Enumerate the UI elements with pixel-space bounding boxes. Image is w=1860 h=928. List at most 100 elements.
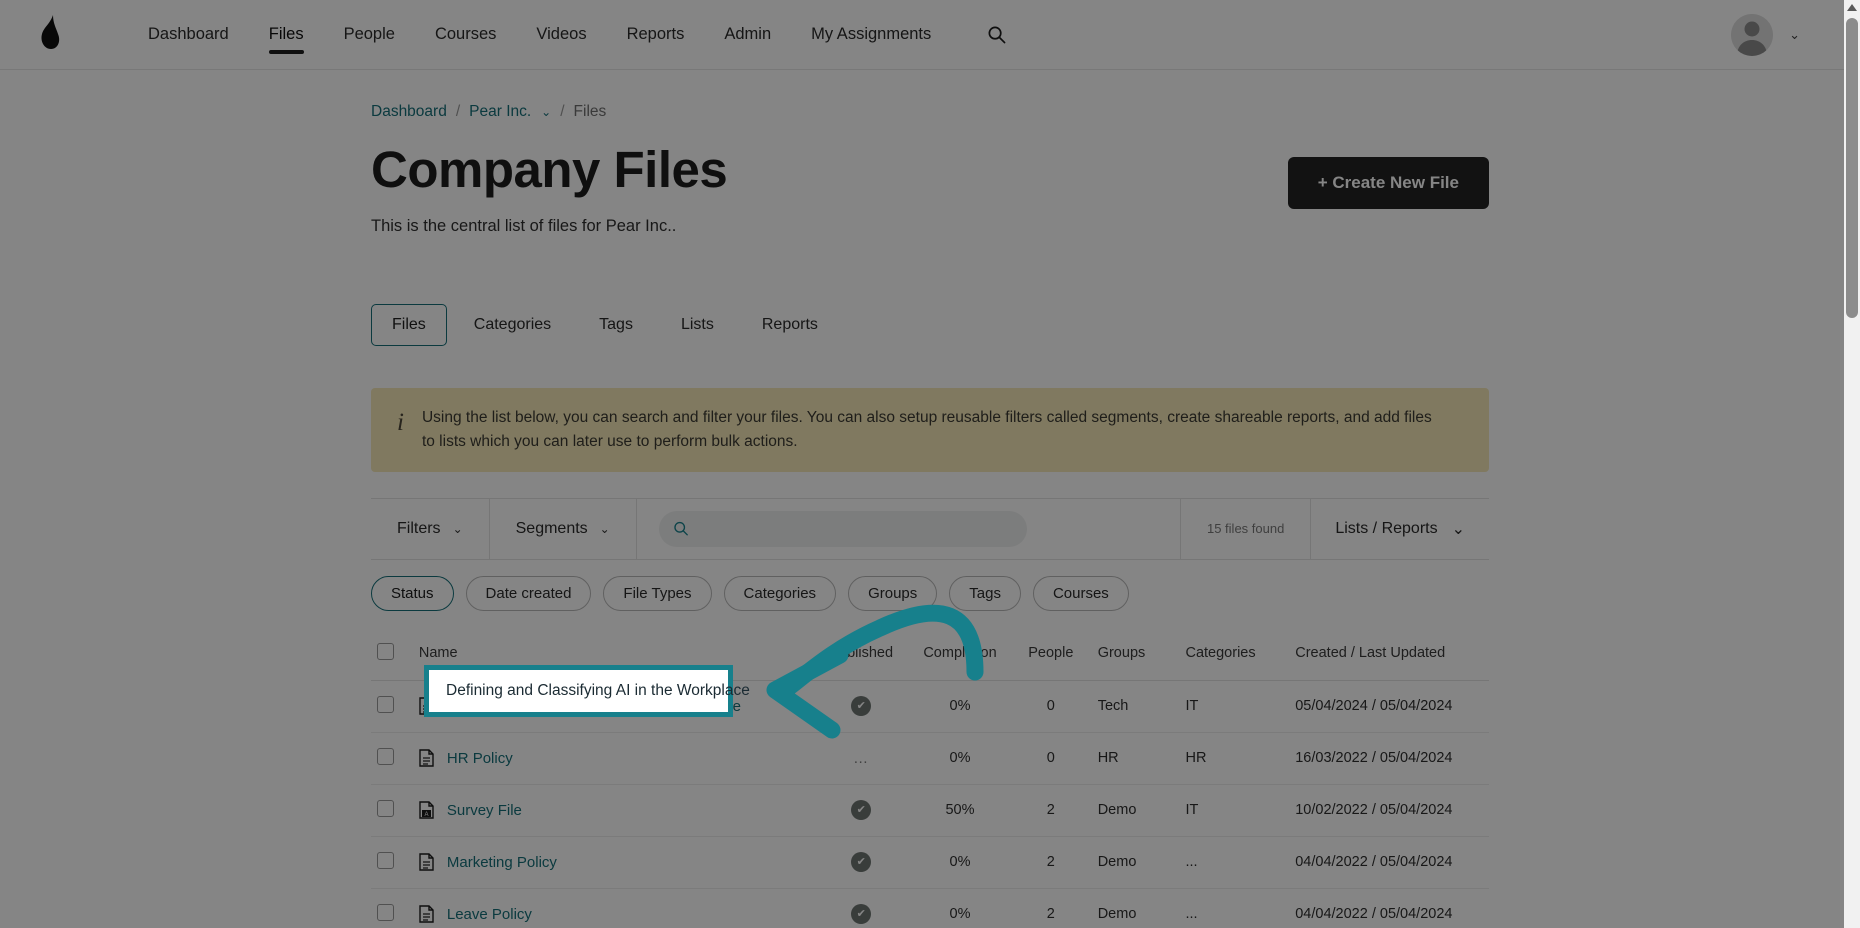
published-check-icon: ✔: [851, 904, 872, 925]
chip-label: Date created: [485, 584, 572, 602]
info-icon: i: [397, 408, 404, 436]
page-scrollbar[interactable]: [1844, 0, 1860, 928]
column-header-created[interactable]: Created / Last Updated: [1289, 632, 1489, 681]
search-box[interactable]: [658, 510, 1027, 547]
results-count: 15 files found: [1181, 498, 1312, 559]
row-published-cell: ✔: [812, 836, 911, 889]
file-name-link[interactable]: Leave Policy: [447, 906, 532, 923]
create-new-file-button[interactable]: + Create New File: [1287, 157, 1489, 209]
tab-lists[interactable]: Lists: [660, 304, 735, 346]
row-checkbox[interactable]: [377, 851, 394, 869]
nav-item-files[interactable]: Files: [249, 3, 324, 66]
nav-item-admin[interactable]: Admin: [704, 3, 791, 66]
breadcrumb-separator: /: [560, 103, 565, 120]
chevron-down-icon: ⌄: [1451, 520, 1465, 538]
chip-courses[interactable]: Courses: [1032, 575, 1129, 611]
filters-dropdown[interactable]: Filters ⌄: [371, 498, 490, 559]
column-header-people[interactable]: People: [1009, 632, 1092, 681]
breadcrumb-chevron-down-icon[interactable]: ⌄: [541, 105, 551, 119]
row-name-cell: HR Policy: [412, 732, 813, 785]
file-name-link[interactable]: Defining and Classifying AI in the Workp…: [447, 698, 741, 715]
published-check-icon: ✔: [851, 800, 872, 821]
row-published-cell: ✔: [812, 784, 911, 837]
nav-item-videos[interactable]: Videos: [516, 3, 606, 66]
segments-dropdown[interactable]: Segments ⌄: [490, 498, 637, 559]
tab-reports[interactable]: Reports: [741, 304, 839, 346]
chip-file-types[interactable]: File Types: [603, 575, 712, 611]
row-select-cell: [371, 836, 413, 889]
row-groups-cell: Demo: [1091, 888, 1180, 928]
column-header-categories[interactable]: Categories: [1179, 632, 1290, 681]
published-check-icon: ✔: [851, 696, 872, 717]
info-banner-text: Using the list below, you can search and…: [421, 408, 1432, 450]
column-header-completion[interactable]: Completion: [910, 632, 1010, 681]
nav-item-people[interactable]: People: [324, 3, 415, 66]
row-categories-cell: IT: [1179, 784, 1290, 837]
page-header-text: Company Files This is the central list o…: [371, 143, 728, 236]
chip-groups[interactable]: Groups: [848, 575, 938, 611]
nav-search-button[interactable]: [987, 25, 1006, 44]
row-checkbox[interactable]: [377, 695, 394, 713]
nav-item-my-assignments[interactable]: My Assignments: [791, 3, 951, 66]
table-row[interactable]: Defining and Classifying AI in the Workp…: [371, 680, 1489, 733]
row-groups-cell: Demo: [1091, 836, 1180, 889]
search-input[interactable]: [696, 520, 1013, 538]
chip-tags[interactable]: Tags: [949, 575, 1021, 611]
table-row[interactable]: Leave Policy ✔ 0% 2 Demo... 04/04/2022 / 05/0…: [371, 888, 1489, 928]
nav-item-courses[interactable]: Courses: [415, 3, 516, 66]
tab-bar: Files Categories Tags Lists Reports: [371, 303, 1489, 346]
filters-label: Filters: [397, 519, 441, 537]
scrollbar-thumb[interactable]: [1846, 18, 1858, 318]
row-published-cell: ✔: [812, 888, 911, 928]
row-checkbox[interactable]: [377, 903, 394, 921]
breadcrumb-current: Files: [573, 103, 607, 120]
row-people-cell: 2: [1009, 784, 1092, 837]
published-check-icon: ✔: [851, 852, 872, 873]
select-all-checkbox[interactable]: [377, 642, 394, 660]
row-categories-cell: ...: [1179, 888, 1290, 928]
row-completion-cell: 0%: [910, 732, 1010, 785]
avatar[interactable]: [1731, 13, 1774, 56]
scroll-up-arrow-icon[interactable]: [1847, 4, 1857, 11]
tab-files[interactable]: Files: [371, 303, 447, 346]
file-name-link[interactable]: Marketing Policy: [447, 854, 557, 871]
nav-label: Videos: [536, 25, 587, 43]
table-row[interactable]: A Survey File ✔ 50% 2 Demo IT 10/02/2022 / 05/0…: [371, 784, 1489, 837]
column-header-groups[interactable]: Groups: [1091, 632, 1180, 681]
row-people-cell: 2: [1009, 836, 1092, 889]
nav-label: Admin: [724, 25, 772, 43]
chip-date-created[interactable]: Date created: [465, 575, 592, 611]
row-categories-cell: IT: [1179, 680, 1290, 733]
row-published-cell: …: [812, 732, 911, 785]
row-groups-cell: HR: [1091, 732, 1180, 785]
filter-chip-row: Status Date created File Types Categorie…: [371, 575, 1489, 611]
column-header-published[interactable]: Published: [812, 632, 911, 681]
row-dates-cell: 10/02/2022 / 05/04/2024: [1289, 784, 1489, 837]
column-header-name[interactable]: Name: [412, 632, 813, 681]
row-checkbox[interactable]: [377, 799, 394, 817]
table-row[interactable]: HR Policy… 0% 0 HR HR 16/03/2022 / 05/04/2024: [371, 732, 1489, 785]
nav-item-reports[interactable]: Reports: [607, 3, 705, 66]
file-name-link[interactable]: HR Policy: [447, 750, 513, 767]
row-completion-cell: 0%: [910, 888, 1010, 928]
file-name-link[interactable]: Survey File: [447, 802, 522, 819]
row-people-cell: 0: [1009, 732, 1092, 785]
tab-tags[interactable]: Tags: [578, 304, 654, 346]
nav-right-cluster: ⌄: [1731, 13, 1834, 56]
nav-item-dashboard[interactable]: Dashboard: [128, 3, 249, 66]
tab-categories[interactable]: Categories: [453, 304, 572, 346]
file-doc-icon: [419, 853, 434, 871]
content-card: Dashboard / Pear Inc. ⌄ / Files Company …: [371, 70, 1489, 928]
table-row[interactable]: Marketing Policy ✔ 0% 2 Demo... 04/04/2022 / …: [371, 836, 1489, 889]
file-doc-icon: [419, 697, 434, 715]
app-logo[interactable]: [18, 13, 80, 57]
chip-status[interactable]: Status: [371, 575, 454, 611]
lists-reports-dropdown[interactable]: Lists / Reports ⌄: [1311, 499, 1489, 559]
account-chevron-down-icon[interactable]: ⌄: [1789, 27, 1800, 43]
breadcrumb-company[interactable]: Pear Inc.: [469, 103, 531, 121]
chip-categories[interactable]: Categories: [723, 575, 837, 611]
chip-label: Tags: [969, 584, 1001, 602]
row-checkbox[interactable]: [377, 747, 394, 765]
breadcrumb-dashboard[interactable]: Dashboard: [371, 103, 447, 121]
files-table: Name Published Completion People Groups …: [371, 632, 1489, 928]
